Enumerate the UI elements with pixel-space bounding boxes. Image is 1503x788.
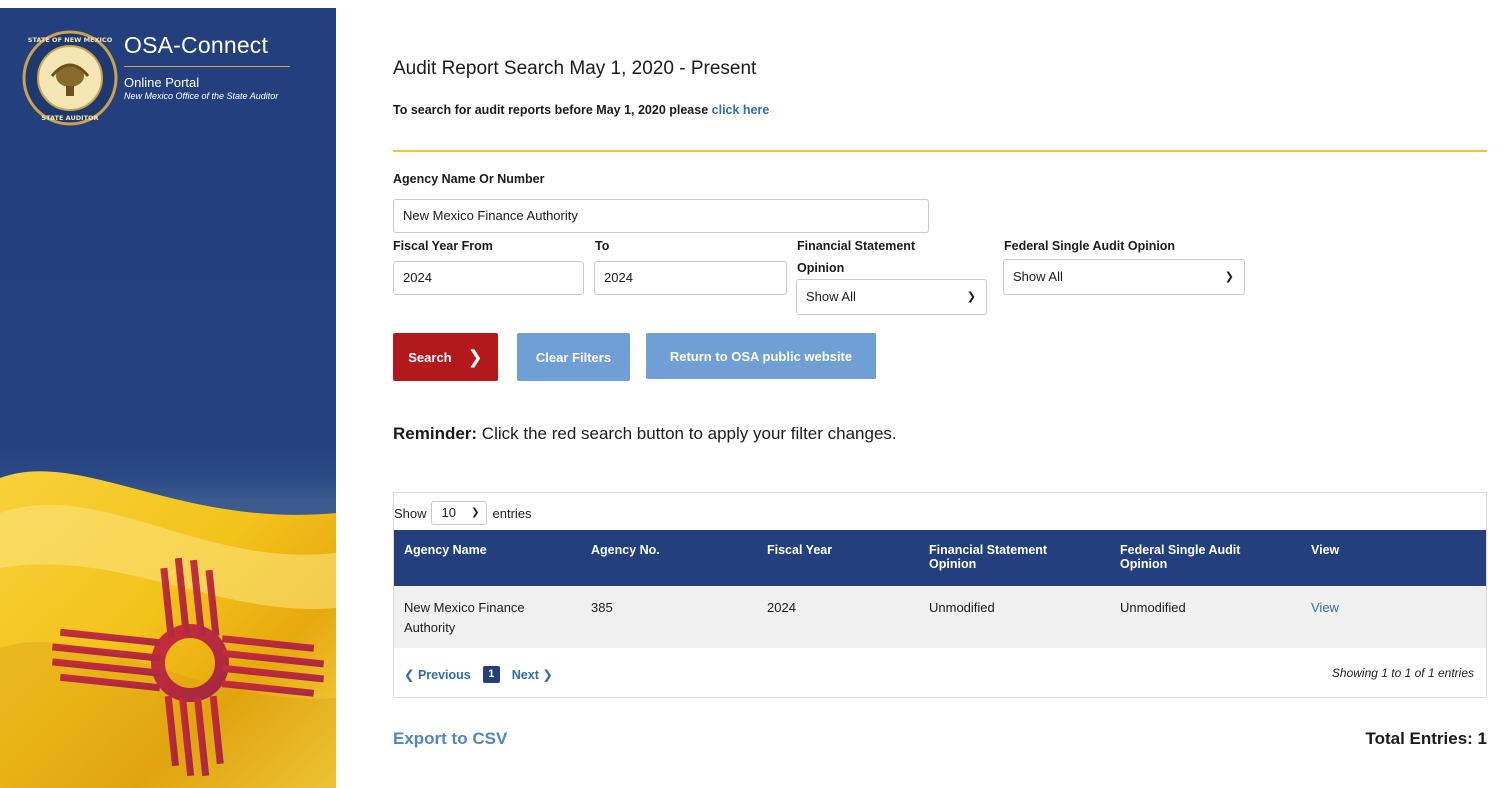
header-fsa-opinion[interactable]: Federal Single Audit Opinion <box>1120 543 1240 571</box>
agency-input[interactable]: New Mexico Finance Authority <box>393 199 929 233</box>
next-button[interactable]: Next ❯ <box>512 667 553 682</box>
header-agency-name[interactable]: Agency Name <box>404 543 487 557</box>
fiscal-year-from-input[interactable]: 2024 <box>393 261 584 295</box>
header-fsa-opinion-line1: Federal Single Audit <box>1120 543 1241 557</box>
search-button[interactable]: Search ❯ <box>393 333 498 381</box>
page-1-button[interactable]: 1 <box>482 666 500 683</box>
subtitle-text: To search for audit reports before May 1… <box>393 103 712 117</box>
pagination: ❮ Previous 1 Next ❯ <box>404 666 553 683</box>
cell-agency-name-line1: New Mexico Finance <box>404 600 525 615</box>
header-fs-opinion-line2: Opinion <box>929 557 977 571</box>
reminder-label: Reminder: <box>393 424 478 443</box>
chevron-down-icon: ❯ <box>1224 271 1234 283</box>
previous-button[interactable]: ❮ Previous <box>404 667 471 682</box>
previous-label: Previous <box>417 668 471 682</box>
page-size-select[interactable]: 10 ❯ <box>430 501 487 525</box>
next-label: Next <box>511 668 539 682</box>
cell-fs-opinion: Unmodified <box>929 600 995 615</box>
showing-entries-text: Showing 1 to 1 of 1 entries <box>1331 666 1474 680</box>
fs-opinion-value: Show All <box>806 289 856 304</box>
svg-text:STATE OF NEW MEXICO: STATE OF NEW MEXICO <box>28 36 113 44</box>
export-csv-link[interactable]: Export to CSV <box>393 729 507 749</box>
results-table: Show 10 ❯ entries Agency Name Agency No.… <box>393 492 1487 698</box>
header-agency-no[interactable]: Agency No. <box>591 543 660 557</box>
show-label: Show <box>394 505 427 521</box>
chevron-down-icon: ❯ <box>966 291 976 303</box>
clear-filters-button[interactable]: Clear Filters <box>517 333 630 381</box>
gold-divider <box>393 150 1487 152</box>
fiscal-year-to-input[interactable]: 2024 <box>594 261 787 295</box>
brand-divider <box>124 66 290 67</box>
fiscal-year-from-label: Fiscal Year From <box>393 239 493 253</box>
return-to-website-button[interactable]: Return to OSA public website <box>646 333 876 379</box>
view-link[interactable]: View <box>1311 598 1339 618</box>
svg-text:STATE AUDITOR: STATE AUDITOR <box>41 114 98 122</box>
page-subtitle: To search for audit reports before May 1… <box>393 103 769 117</box>
state-seal-icon: STATE OF NEW MEXICO STATE AUDITOR <box>22 30 118 126</box>
fs-opinion-select[interactable]: Show All ❯ <box>796 279 987 315</box>
fiscal-year-to-label: To <box>595 239 610 253</box>
brand[interactable]: STATE OF NEW MEXICO STATE AUDITOR OSA-Co… <box>22 30 290 126</box>
search-button-label: Search <box>408 349 452 365</box>
fs-opinion-label-line1: Financial Statement <box>797 239 916 253</box>
page-size-control: Show 10 ❯ entries <box>394 501 532 525</box>
cell-fsa-opinion: Unmodified <box>1120 600 1186 615</box>
page-title: Audit Report Search May 1, 2020 - Presen… <box>393 58 757 79</box>
sidebar: STATE OF NEW MEXICO STATE AUDITOR OSA-Co… <box>0 8 336 788</box>
chevron-down-icon: ❯ <box>471 507 480 518</box>
brand-title: OSA-Connect <box>124 32 269 58</box>
cell-agency-name-line2: Authority <box>404 620 456 635</box>
header-fsa-opinion-line2: Opinion <box>1120 557 1168 571</box>
cell-fiscal-year: 2024 <box>767 600 796 615</box>
reminder-text: Reminder: Click the red search button to… <box>393 424 897 444</box>
header-fiscal-year[interactable]: Fiscal Year <box>767 543 832 557</box>
header-fs-opinion[interactable]: Financial Statement Opinion <box>929 543 1047 571</box>
cell-agency-name: New Mexico Finance Authority <box>404 598 525 638</box>
brand-office: New Mexico Office of the State Auditor <box>124 91 279 101</box>
fs-opinion-label-line2: Opinion <box>797 261 845 275</box>
brand-subtitle: Online Portal <box>124 75 200 90</box>
click-here-link[interactable]: click here <box>712 103 770 117</box>
cell-agency-no: 385 <box>591 600 613 615</box>
fsa-opinion-value: Show All <box>1013 269 1063 284</box>
fsa-opinion-select[interactable]: Show All ❯ <box>1003 259 1245 295</box>
page-size-value: 10 <box>441 505 456 520</box>
reminder-message: Click the red search button to apply you… <box>477 424 897 443</box>
table-row: New Mexico Finance Authority 385 2024 Un… <box>394 586 1486 648</box>
table-header: Agency Name Agency No. Fiscal Year Finan… <box>394 530 1486 586</box>
agency-label: Agency Name Or Number <box>393 172 545 186</box>
chevron-right-icon: ❯ <box>467 346 483 367</box>
header-view: View <box>1311 543 1340 557</box>
entries-label: entries <box>492 505 532 521</box>
fsa-opinion-label: Federal Single Audit Opinion <box>1004 239 1176 253</box>
header-fs-opinion-line1: Financial Statement <box>929 543 1048 557</box>
total-entries: Total Entries: 1 <box>1365 729 1487 748</box>
